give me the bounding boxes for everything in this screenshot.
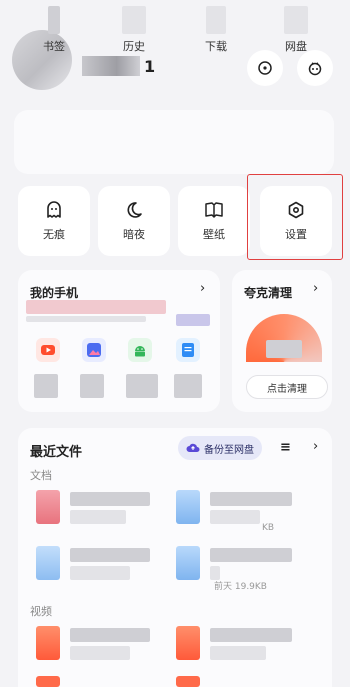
cloud-upload-icon bbox=[186, 443, 200, 452]
photos-app-icon[interactable] bbox=[82, 338, 106, 362]
doc-name-blur bbox=[210, 548, 292, 562]
video-meta-blur bbox=[70, 646, 130, 660]
doc-thumbnail[interactable] bbox=[176, 490, 200, 524]
video-name-blur bbox=[210, 628, 292, 642]
doc-thumbnail[interactable] bbox=[176, 546, 200, 580]
doc-meta-blur bbox=[210, 566, 220, 580]
video-thumbnail[interactable] bbox=[176, 676, 200, 687]
doc-meta-text: KB bbox=[262, 523, 275, 533]
clean-gauge-value bbox=[266, 340, 302, 358]
scan-button[interactable] bbox=[247, 50, 283, 86]
username-suffix: 1 bbox=[144, 56, 156, 76]
downloads-icon bbox=[206, 6, 226, 34]
doc-meta-text: 前天 19.9KB bbox=[214, 582, 267, 592]
video-app-icon[interactable] bbox=[36, 338, 60, 362]
storage-text bbox=[26, 316, 146, 322]
doc-name-blur bbox=[70, 548, 150, 562]
shortcut-downloads[interactable]: 下载 bbox=[196, 6, 236, 54]
username[interactable]: 1 bbox=[82, 56, 155, 76]
videos-label: 视频 bbox=[30, 605, 52, 618]
clean-button[interactable]: 点击清理 bbox=[246, 375, 328, 399]
doc-meta-blur bbox=[210, 510, 260, 524]
shortcut-label: 下载 bbox=[205, 40, 227, 53]
app-label-blur bbox=[126, 374, 158, 398]
quark-clean-chevron-icon[interactable]: › bbox=[313, 281, 318, 296]
storage-bar bbox=[26, 300, 166, 314]
tool-wallpaper[interactable]: 壁纸 bbox=[178, 186, 250, 256]
shortcut-cloud-drive[interactable]: 网盘 bbox=[276, 6, 316, 54]
username-blur bbox=[82, 56, 140, 76]
cloud-drive-icon bbox=[284, 6, 308, 34]
tool-incognito[interactable]: 无痕 bbox=[18, 186, 90, 256]
my-phone-chevron-icon[interactable]: › bbox=[200, 281, 205, 296]
assistant-icon bbox=[308, 62, 322, 76]
book-icon bbox=[205, 202, 223, 218]
history-icon bbox=[122, 6, 146, 34]
video-thumbnail[interactable] bbox=[36, 626, 60, 660]
quark-clean-title: 夸克清理 bbox=[244, 286, 293, 300]
backup-to-cloud-button[interactable]: 备份至网盘 bbox=[178, 436, 262, 460]
doc-name-blur bbox=[210, 492, 292, 506]
shortcuts-bar bbox=[14, 110, 334, 174]
selection-highlight bbox=[247, 174, 343, 260]
video-thumbnail[interactable] bbox=[36, 676, 60, 687]
moon-icon bbox=[127, 202, 142, 218]
doc-meta-blur bbox=[70, 510, 126, 524]
tool-label: 暗夜 bbox=[123, 228, 145, 241]
app-label-blur bbox=[80, 374, 104, 398]
shortcut-bookmarks[interactable]: 书签 bbox=[34, 6, 74, 54]
app-label-blur bbox=[174, 374, 202, 398]
shortcut-label: 书签 bbox=[43, 40, 65, 53]
app-label-blur bbox=[34, 374, 58, 398]
doc-thumbnail[interactable] bbox=[36, 490, 60, 524]
recent-files-chevron-icon[interactable]: › bbox=[313, 439, 318, 454]
tool-night-mode[interactable]: 暗夜 bbox=[98, 186, 170, 256]
doc-thumbnail[interactable] bbox=[36, 546, 60, 580]
assistant-button[interactable] bbox=[297, 50, 333, 86]
storage-badge bbox=[176, 314, 210, 326]
scan-icon bbox=[258, 61, 272, 75]
doc-name-blur bbox=[70, 492, 150, 506]
docs-app-icon[interactable] bbox=[176, 338, 200, 362]
android-app-icon[interactable] bbox=[128, 338, 152, 362]
tool-label: 无痕 bbox=[43, 228, 65, 241]
bookmarks-icon bbox=[48, 6, 60, 34]
doc-meta-blur bbox=[70, 566, 130, 580]
sort-icon[interactable]: ≡ bbox=[280, 440, 291, 455]
recent-files-title: 最近文件 bbox=[30, 445, 83, 460]
shortcut-label: 历史 bbox=[123, 40, 145, 53]
backup-label: 备份至网盘 bbox=[204, 444, 254, 456]
tool-label: 壁纸 bbox=[203, 228, 225, 241]
documents-label: 文档 bbox=[30, 469, 52, 482]
video-meta-blur bbox=[210, 646, 266, 660]
ghost-icon bbox=[47, 201, 61, 218]
shortcut-label: 网盘 bbox=[285, 40, 307, 53]
video-thumbnail[interactable] bbox=[176, 626, 200, 660]
video-name-blur bbox=[70, 628, 150, 642]
my-phone-title: 我的手机 bbox=[30, 286, 79, 300]
shortcut-history[interactable]: 历史 bbox=[114, 6, 154, 54]
